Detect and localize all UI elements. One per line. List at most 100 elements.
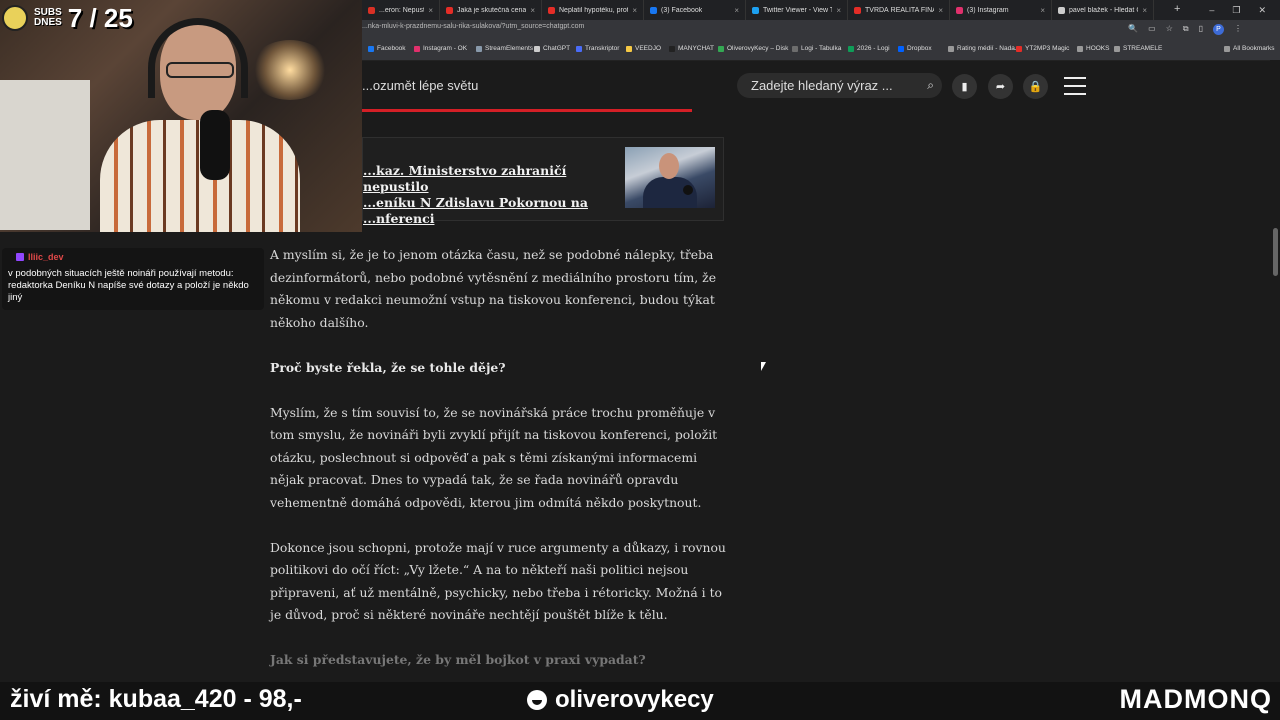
browser-tab[interactable]: TVRDÁ REALITA FINANČ × <box>848 0 950 20</box>
bookmark-favicon-icon <box>414 45 420 52</box>
subs-counter: SUBS DNES 7 / 25 <box>0 0 139 36</box>
profile-avatar[interactable]: P <box>1213 24 1224 35</box>
bookmark-icon: ▮ <box>961 81 968 93</box>
bookmark-label: Dropbox <box>907 45 932 52</box>
share-button[interactable]: ➦ <box>988 74 1013 99</box>
tab-title: TVRDÁ REALITA FINANČ <box>865 6 934 14</box>
bookmark-label: 2026 - Logi <box>857 45 890 52</box>
bookmark-label: All Bookmarks <box>1233 45 1275 52</box>
hamburger-menu-icon[interactable] <box>1064 77 1086 95</box>
cast-icon[interactable]: ▭ <box>1148 24 1156 35</box>
supporter-ticker: živí mě: kubaa_420 - 98,- <box>10 685 302 713</box>
related-article-card[interactable]: ...kaz. Ministerstvo zahraničí nepustilo… <box>362 137 724 226</box>
bookmark-label: VEEDJO <box>635 45 662 52</box>
bookmark-item[interactable]: Facebook <box>368 45 406 52</box>
tab-close-icon[interactable]: × <box>632 6 637 15</box>
extensions-icon[interactable]: ⧉ <box>1183 24 1189 35</box>
address-bar-actions: 🔍 ▭ ☆ ⧉ ▯ P ⋮ <box>1128 24 1242 35</box>
scrollbar-track[interactable] <box>1270 60 1280 685</box>
star-icon[interactable]: ☆ <box>1166 24 1173 35</box>
bookmark-item[interactable]: Instagram - OK <box>414 45 467 52</box>
tab-favicon-icon <box>650 6 657 14</box>
bookmark-item[interactable]: All Bookmarks <box>1224 45 1275 52</box>
bookmark-item[interactable]: MANYCHAT <box>669 45 714 52</box>
bookmark-item[interactable]: Logi - Tabulka <box>792 45 841 52</box>
article-body: A myslím si, že je to jenom otázka času,… <box>270 244 726 694</box>
interview-question: Jak si představujete, že by měl bojkot v… <box>270 652 646 667</box>
sidebar-icon[interactable]: ▯ <box>1199 24 1203 35</box>
interview-question: Proč byste řekla, že se tohle děje? <box>270 359 506 375</box>
bookmark-label: HOOKS <box>1086 45 1110 52</box>
bookmark-item[interactable]: Transkriptor <box>576 45 619 52</box>
bookmark-favicon-icon <box>534 45 540 52</box>
bookmark-label: Facebook <box>377 45 406 52</box>
bookmark-favicon-icon <box>848 45 854 52</box>
bookmark-item[interactable]: OliverovyKecy – Disk <box>718 45 788 52</box>
bookmark-label: STREAMELE <box>1123 45 1163 52</box>
search-input[interactable] <box>749 77 918 94</box>
tab-close-icon[interactable]: × <box>1040 6 1045 15</box>
tab-close-icon[interactable]: × <box>1142 6 1147 15</box>
minimize-button[interactable]: – <box>1209 5 1214 15</box>
tab-strip: ...eron: Nepustit novin×Jaká je skutečná… <box>362 0 1154 20</box>
tab-title: ...eron: Nepustit novin <box>379 6 424 14</box>
site-tagline: ...ozumět lépe světu <box>362 78 479 93</box>
tab-close-icon[interactable]: × <box>530 6 535 15</box>
chat-message: v podobných situacích ještě noináři použ… <box>8 268 249 303</box>
browser-tab[interactable]: Twitter Viewer - View Twit × <box>746 0 848 20</box>
sponsor-logo: MADMONQ <box>1119 684 1272 714</box>
tab-title: Jaká je skutečná cena nal <box>457 6 527 14</box>
browser-tab[interactable]: pavel blažek - Hledat Goo × <box>1052 0 1154 20</box>
mouse-cursor <box>761 362 766 371</box>
bookmark-label: OliverovyKecy – Disk <box>727 45 789 52</box>
browser-tab[interactable]: Jaká je skutečná cena nal× <box>440 0 542 20</box>
bookmark-favicon-icon <box>1016 45 1022 52</box>
channel-brand: oliverovykecy <box>527 686 714 714</box>
tab-favicon-icon <box>1058 6 1065 14</box>
twitch-icon <box>16 253 24 261</box>
kebab-menu-icon[interactable]: ⋮ <box>1234 24 1242 35</box>
related-article-link[interactable]: ...kaz. Ministerstvo zahraničí nepustilo… <box>363 163 613 227</box>
subs-count: 7 / 25 <box>67 2 133 33</box>
bookmark-favicon-icon <box>368 45 374 52</box>
search-icon[interactable]: ⌕ <box>927 78 934 93</box>
bookmark-favicon-icon <box>948 45 954 52</box>
maximize-button[interactable]: ❐ <box>1232 5 1240 16</box>
bookmark-item[interactable]: VEEDJO <box>626 45 661 52</box>
bookmark-label: MANYCHAT <box>678 45 714 52</box>
bookmark-favicon-icon <box>718 45 724 52</box>
bookmark-item[interactable]: StreamElements <box>476 45 533 52</box>
tab-close-icon[interactable]: × <box>428 6 433 15</box>
zoom-icon[interactable]: 🔍 <box>1128 24 1138 35</box>
tab-close-icon[interactable]: × <box>938 6 943 15</box>
bookmark-item[interactable]: Dropbox <box>898 45 932 52</box>
close-window-button[interactable]: ✕ <box>1258 5 1266 16</box>
chat-overlay: lliic_dev v podobných situacích ještě no… <box>2 248 264 310</box>
bookmark-item[interactable]: STREAMELE <box>1114 45 1162 52</box>
tab-close-icon[interactable]: × <box>836 6 841 15</box>
tab-title: (3) Facebook <box>661 6 703 14</box>
accent-divider <box>362 109 692 112</box>
tab-close-icon[interactable]: × <box>734 6 739 15</box>
browser-tab[interactable]: Neplatil hypotéku, protož × <box>542 0 644 20</box>
bookmark-item[interactable]: HOOKS <box>1077 45 1109 52</box>
browser-tab[interactable]: (3) Instagram × <box>950 0 1052 20</box>
scrollbar-thumb[interactable] <box>1273 228 1278 276</box>
search-box[interactable]: ⌕ <box>737 73 942 98</box>
stream-footer: živí mě: kubaa_420 - 98,- oliverovykecy … <box>0 682 1280 720</box>
bookmark-favicon-icon <box>476 45 482 52</box>
url-field[interactable]: ...nka-mluvi-k-prazdnemu-salu-rika-sulak… <box>362 23 584 30</box>
related-article-thumbnail[interactable] <box>625 147 715 208</box>
webcam-overlay: SUBS DNES 7 / 25 <box>0 0 362 232</box>
browser-tab[interactable]: (3) Facebook × <box>644 0 746 20</box>
lock-button[interactable]: 🔒 <box>1023 74 1048 99</box>
new-tab-button[interactable]: + <box>1174 3 1180 15</box>
bookmark-item[interactable]: Rating médií - Nada... <box>948 45 1020 52</box>
browser-tab[interactable]: ...eron: Nepustit novin × <box>362 0 440 20</box>
bookmark-item[interactable]: ChatGPT <box>534 45 570 52</box>
bookmark-item[interactable]: YT2MP3 Magic <box>1016 45 1069 52</box>
article-paragraph: A myslím si, že je to jenom otázka času,… <box>270 247 717 330</box>
bookmark-item[interactable]: 2026 - Logi <box>848 45 890 52</box>
bookmark-button[interactable]: ▮ <box>952 74 977 99</box>
article-paragraph: Myslím, že s tím souvisí to, že se novin… <box>270 404 718 510</box>
